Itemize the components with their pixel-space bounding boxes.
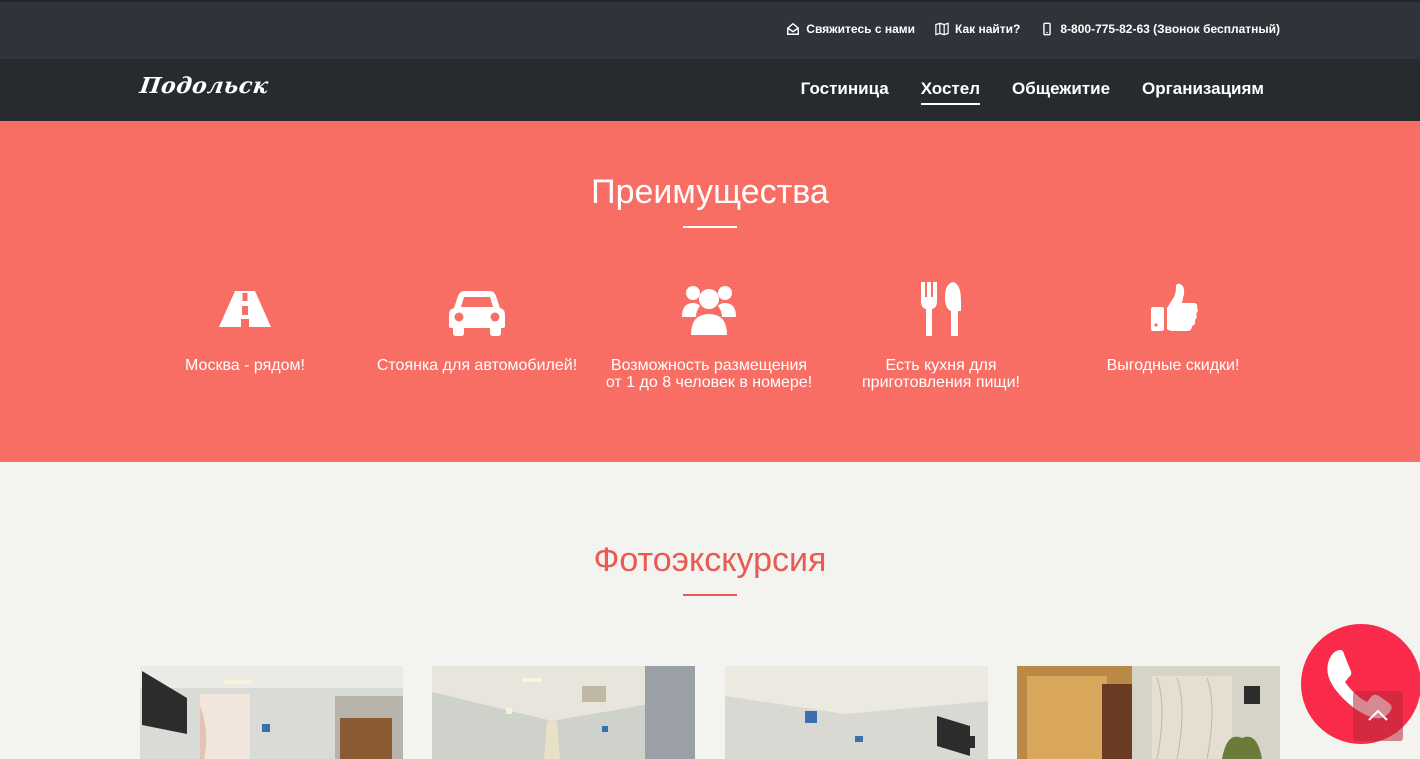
nav-item-organizations[interactable]: Организациям <box>1142 79 1264 105</box>
find-us-label: Как найти? <box>955 22 1021 36</box>
photo-tour-title: Фотоэкскурсия <box>593 541 827 579</box>
main-navbar: Подольск Гостиница Хостел Общежитие Орга… <box>0 59 1420 121</box>
feature-capacity: Возможность размещения от 1 до 8 человек … <box>593 281 825 391</box>
feature-capacity-text: Возможность размещения от 1 до 8 человек … <box>605 357 813 391</box>
map-icon <box>935 22 949 36</box>
top-links: Свяжитесь с нами Как найти? 8-800-775-82… <box>786 22 1280 36</box>
feature-kitchen-text: Есть кухня для приготовления пищи! <box>862 357 1020 391</box>
feature-parking: Стоянка для автомобилей! <box>361 281 593 374</box>
feature-discounts-text: Выгодные скидки! <box>1106 357 1240 374</box>
cutlery-icon <box>921 282 961 336</box>
advantages-title: Преимущества <box>591 173 829 211</box>
road-icon <box>219 291 271 327</box>
phone-label: 8-800-775-82-63 (Звонок бесплатный) <box>1060 22 1280 36</box>
advantages-section: Преимущества Москва - рядом! Стоянка для… <box>0 121 1420 462</box>
contact-label: Свяжитесь с нами <box>806 22 916 36</box>
nav-item-hotel[interactable]: Гостиница <box>801 79 889 105</box>
scroll-to-top-button[interactable] <box>1353 691 1403 741</box>
feature-moscow: Москва - рядом! <box>129 281 361 374</box>
feature-kitchen: Есть кухня для приготовления пищи! <box>825 281 1057 391</box>
photo-room-4[interactable] <box>1017 666 1280 759</box>
top-contact-bar: Свяжитесь с нами Как найти? 8-800-775-82… <box>0 0 1420 59</box>
envelope-open-icon <box>787 22 800 35</box>
users-icon <box>682 286 736 335</box>
advantages-divider <box>683 226 737 228</box>
feature-moscow-text: Москва - рядом! <box>185 357 305 374</box>
phone-link[interactable]: 8-800-775-82-63 (Звонок бесплатный) <box>1040 22 1280 36</box>
mobile-phone-icon <box>1043 22 1052 36</box>
photo-room-2[interactable] <box>432 666 695 759</box>
chevron-up-icon <box>1368 709 1388 721</box>
nav-item-hostel[interactable]: Хостел <box>920 79 980 105</box>
feature-parking-text: Стоянка для автомобилей! <box>376 357 578 374</box>
nav-item-dormitory[interactable]: Общежитие <box>1012 79 1110 105</box>
photo-tour-divider <box>683 594 737 596</box>
main-nav: Гостиница Хостел Общежитие Организациям <box>801 79 1264 105</box>
feature-discounts: Выгодные скидки! <box>1057 281 1289 374</box>
find-us-link[interactable]: Как найти? <box>935 22 1020 36</box>
contact-link[interactable]: Свяжитесь с нами <box>786 22 915 36</box>
thumbs-up-icon <box>1151 283 1198 331</box>
photo-room-3[interactable] <box>725 666 988 759</box>
photo-room-1[interactable] <box>140 666 403 759</box>
car-icon <box>449 291 505 336</box>
logo[interactable]: Подольск <box>138 73 270 99</box>
